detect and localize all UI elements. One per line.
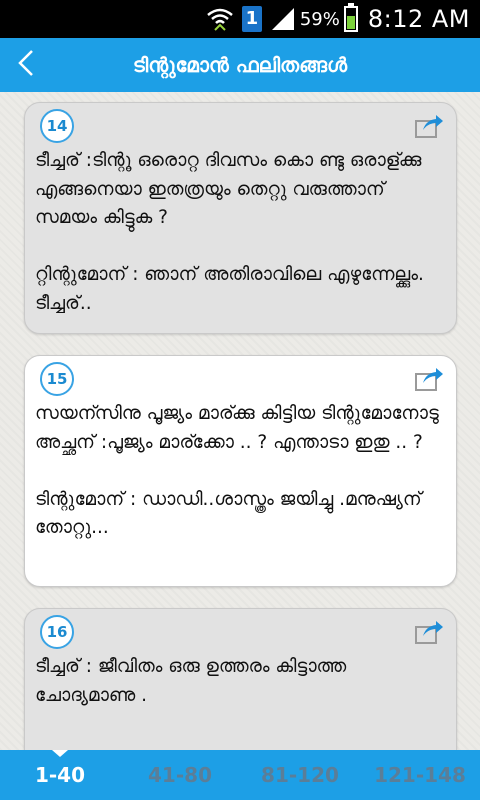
joke-text: ടീച്ചര് : ജീവിതം ഒരു ഉത്തരം കിട്ടാത്ത ചോ…: [35, 656, 347, 706]
sim-icon: 1: [241, 6, 262, 32]
tab-label: 1-40: [34, 763, 86, 787]
page-title: ടിന്റുമോൻ ഫലിതങ്ങൾ: [132, 53, 348, 77]
share-button[interactable]: [414, 365, 444, 393]
wifi-icon: [206, 6, 234, 32]
share-button[interactable]: [414, 112, 444, 140]
app-header: ടിന്റുമോൻ ഫലിതങ്ങൾ: [0, 38, 480, 92]
battery-percent: 59%: [299, 8, 340, 30]
joke-text: ടീച്ചര് :ടിന്റൂ ഒരൊറ്റ ദിവസം കൊ ണ്ടു ഒരാ…: [35, 150, 424, 314]
joke-card: 15 സയന്സിനു പൂജ്യം മാര്ക്കു കിട്ടിയ ടിന്…: [24, 355, 457, 587]
clock: 8:12 AM: [367, 5, 470, 33]
joke-number-badge: 15: [40, 362, 74, 396]
page-range-tabs: 1-40 41-80 81-120 121-148: [0, 750, 480, 800]
joke-list[interactable]: 14 ടീച്ചര് :ടിന്റൂ ഒരൊറ്റ ദിവസം കൊ ണ്ടു …: [0, 92, 480, 750]
tab-121-148[interactable]: 121-148: [360, 750, 480, 800]
chevron-left-icon: [16, 48, 36, 82]
back-button[interactable]: [6, 38, 46, 92]
joke-number-badge: 14: [40, 109, 74, 143]
joke-text: സയന്സിനു പൂജ്യം മാര്ക്കു കിട്ടിയ ടിന്റുമ…: [35, 403, 439, 538]
tab-label: 81-120: [261, 763, 339, 787]
joke-card: 16 ടീച്ചര് : ജീവിതം ഒരു ഉത്തരം കിട്ടാത്ത…: [24, 608, 457, 750]
tab-81-120[interactable]: 81-120: [240, 750, 360, 800]
tab-label: 121-148: [374, 763, 466, 787]
status-bar: 1 59% 8:12 AM: [0, 0, 480, 38]
share-button[interactable]: [414, 618, 444, 646]
tab-label: 41-80: [148, 763, 212, 787]
tab-1-40[interactable]: 1-40: [0, 750, 120, 800]
share-icon: [414, 115, 444, 144]
joke-card: 14 ടീച്ചര് :ടിന്റൂ ഒരൊറ്റ ദിവസം കൊ ണ്ടു …: [24, 102, 457, 334]
battery-icon: [343, 3, 358, 32]
share-icon: [414, 368, 444, 397]
active-tab-indicator: [52, 750, 68, 757]
joke-number-badge: 16: [40, 615, 74, 649]
share-icon: [414, 621, 444, 650]
signal-icon: [270, 6, 296, 32]
tab-41-80[interactable]: 41-80: [120, 750, 240, 800]
